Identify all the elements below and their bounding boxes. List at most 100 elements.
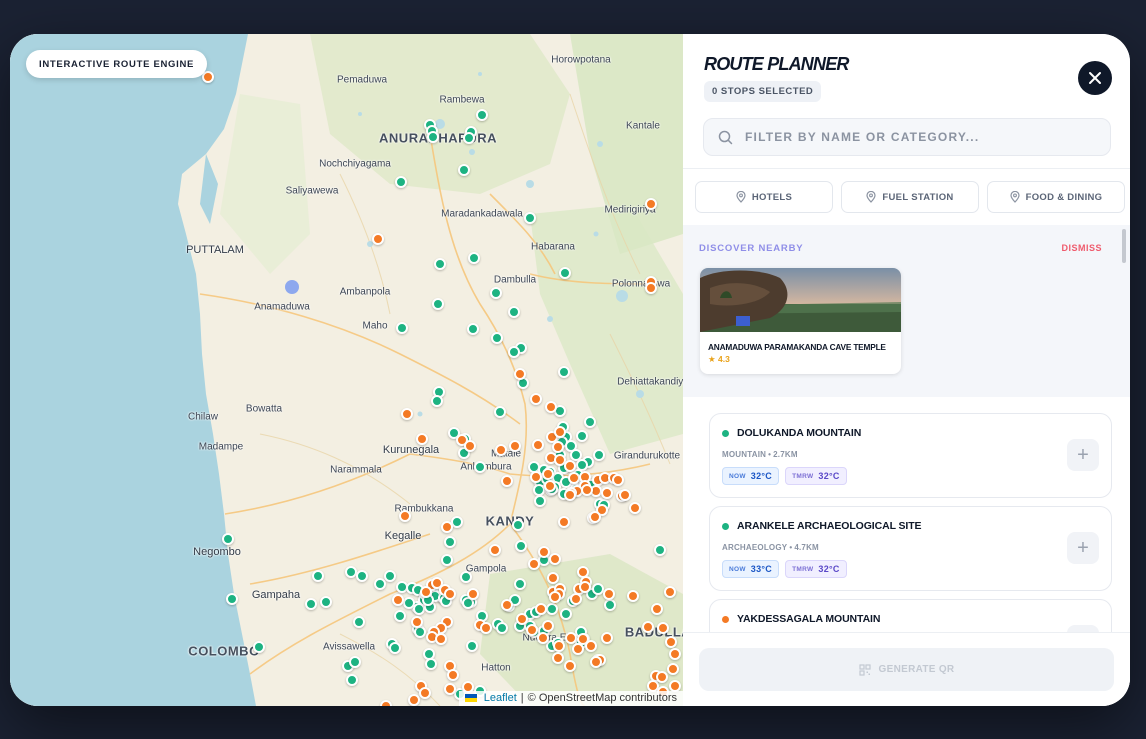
green-map-marker[interactable] — [654, 544, 666, 556]
orange-map-marker[interactable] — [619, 489, 631, 501]
green-map-marker[interactable] — [476, 109, 488, 121]
orange-map-marker[interactable] — [589, 511, 601, 523]
green-map-marker[interactable] — [515, 540, 527, 552]
close-button[interactable] — [1078, 61, 1112, 95]
orange-map-marker[interactable] — [558, 516, 570, 528]
orange-map-marker[interactable] — [664, 586, 676, 598]
green-map-marker[interactable] — [427, 131, 439, 143]
orange-map-marker[interactable] — [480, 622, 492, 634]
green-map-marker[interactable] — [320, 596, 332, 608]
green-map-marker[interactable] — [576, 430, 588, 442]
filter-food-dining[interactable]: FOOD & DINING — [987, 181, 1125, 213]
orange-map-marker[interactable] — [585, 640, 597, 652]
orange-map-marker[interactable] — [467, 588, 479, 600]
orange-map-marker[interactable] — [627, 590, 639, 602]
orange-map-marker[interactable] — [535, 603, 547, 615]
orange-map-marker[interactable] — [665, 636, 677, 648]
green-map-marker[interactable] — [253, 641, 265, 653]
orange-map-marker[interactable] — [419, 687, 431, 699]
list-item[interactable]: YAKDESSAGALA MOUNTAIN — [709, 599, 1112, 632]
green-map-marker[interactable] — [490, 287, 502, 299]
orange-map-marker[interactable] — [447, 669, 459, 681]
green-map-marker[interactable] — [467, 323, 479, 335]
orange-map-marker[interactable] — [408, 694, 420, 706]
add-stop-button[interactable]: + — [1067, 532, 1099, 564]
orange-map-marker[interactable] — [669, 648, 681, 660]
list-item[interactable]: ARANKELE ARCHAEOLOGICAL SITE ARCHAEOLOGY… — [709, 506, 1112, 591]
green-map-marker[interactable] — [496, 622, 508, 634]
dismiss-button[interactable]: DISMISS — [1061, 243, 1102, 253]
orange-map-marker[interactable] — [629, 502, 641, 514]
orange-map-marker[interactable] — [612, 474, 624, 486]
orange-map-marker[interactable] — [645, 198, 657, 210]
add-stop-button[interactable]: + — [1067, 439, 1099, 471]
orange-map-marker[interactable] — [564, 489, 576, 501]
orange-map-marker[interactable] — [514, 368, 526, 380]
orange-map-marker[interactable] — [464, 440, 476, 452]
green-map-marker[interactable] — [458, 164, 470, 176]
orange-map-marker[interactable] — [552, 652, 564, 664]
orange-map-marker[interactable] — [435, 633, 447, 645]
orange-map-marker[interactable] — [516, 613, 528, 625]
orange-map-marker[interactable] — [603, 588, 615, 600]
green-map-marker[interactable] — [491, 332, 503, 344]
green-map-marker[interactable] — [384, 570, 396, 582]
green-map-marker[interactable] — [494, 406, 506, 418]
orange-map-marker[interactable] — [579, 581, 591, 593]
orange-map-marker[interactable] — [444, 588, 456, 600]
orange-map-marker[interactable] — [380, 700, 392, 706]
orange-map-marker[interactable] — [581, 484, 593, 496]
green-map-marker[interactable] — [226, 593, 238, 605]
orange-map-marker[interactable] — [565, 632, 577, 644]
generate-qr-button[interactable]: GENERATE QR — [699, 648, 1114, 691]
green-map-marker[interactable] — [508, 306, 520, 318]
orange-map-marker[interactable] — [420, 586, 432, 598]
green-map-marker[interactable] — [514, 578, 526, 590]
orange-map-marker[interactable] — [509, 440, 521, 452]
green-map-marker[interactable] — [468, 252, 480, 264]
orange-map-marker[interactable] — [549, 553, 561, 565]
orange-map-marker[interactable] — [392, 594, 404, 606]
orange-map-marker[interactable] — [667, 663, 679, 675]
orange-map-marker[interactable] — [547, 572, 559, 584]
green-map-marker[interactable] — [512, 519, 524, 531]
orange-map-marker[interactable] — [537, 632, 549, 644]
orange-map-marker[interactable] — [601, 632, 613, 644]
green-map-marker[interactable] — [395, 176, 407, 188]
orange-map-marker[interactable] — [552, 441, 564, 453]
orange-map-marker[interactable] — [495, 444, 507, 456]
search-input[interactable] — [745, 130, 1085, 144]
green-map-marker[interactable] — [305, 598, 317, 610]
orange-map-marker[interactable] — [553, 640, 565, 652]
nearby-place-card[interactable]: ANAMADUWA PARAMAKANDA CAVE TEMPLE ★ 4.3 — [700, 268, 901, 374]
green-map-marker[interactable] — [389, 642, 401, 654]
add-stop-button[interactable] — [1067, 625, 1099, 632]
green-map-marker[interactable] — [558, 366, 570, 378]
green-map-marker[interactable] — [584, 416, 596, 428]
orange-map-marker[interactable] — [564, 460, 576, 472]
orange-map-marker[interactable] — [570, 593, 582, 605]
scrollbar-thumb[interactable] — [1122, 229, 1126, 263]
orange-map-marker[interactable] — [590, 656, 602, 668]
green-map-marker[interactable] — [425, 658, 437, 670]
orange-map-marker[interactable] — [544, 480, 556, 492]
orange-map-marker[interactable] — [444, 683, 456, 695]
green-map-marker[interactable] — [394, 610, 406, 622]
orange-map-marker[interactable] — [542, 468, 554, 480]
orange-map-marker[interactable] — [651, 603, 663, 615]
green-map-marker[interactable] — [432, 298, 444, 310]
filter-fuel-station[interactable]: FUEL STATION — [841, 181, 979, 213]
green-map-marker[interactable] — [560, 608, 572, 620]
green-map-marker[interactable] — [604, 599, 616, 611]
green-map-marker[interactable] — [466, 640, 478, 652]
orange-map-marker[interactable] — [372, 233, 384, 245]
green-map-marker[interactable] — [349, 656, 361, 668]
green-map-marker[interactable] — [434, 258, 446, 270]
green-map-marker[interactable] — [222, 533, 234, 545]
green-map-marker[interactable] — [474, 461, 486, 473]
orange-map-marker[interactable] — [656, 671, 668, 683]
orange-map-marker[interactable] — [572, 643, 584, 655]
orange-map-marker[interactable] — [530, 393, 542, 405]
green-map-marker[interactable] — [546, 603, 558, 615]
green-map-marker[interactable] — [312, 570, 324, 582]
